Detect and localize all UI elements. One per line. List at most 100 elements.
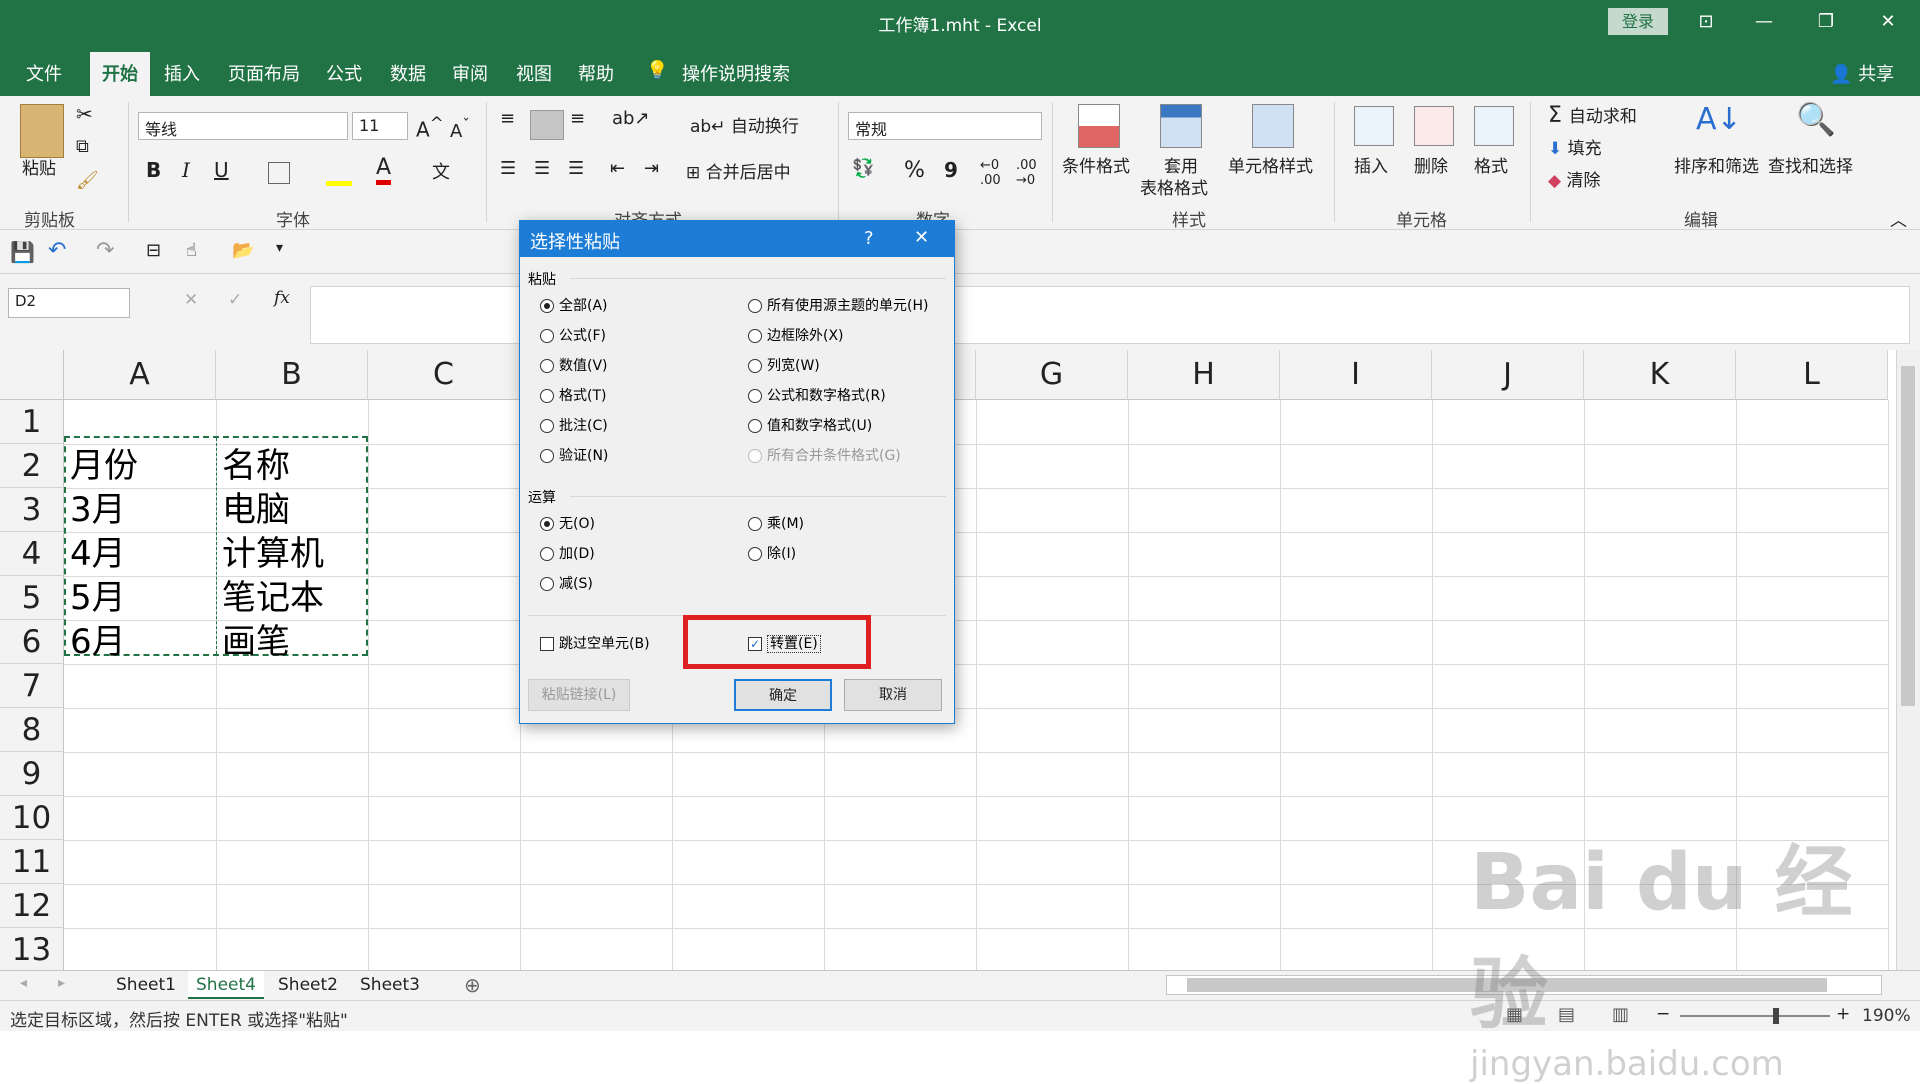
save-icon[interactable]: 💾 bbox=[10, 240, 35, 264]
font-name-select[interactable]: 等线 bbox=[138, 112, 348, 140]
align-bottom-icon[interactable]: ≡ bbox=[570, 108, 585, 129]
percent-button[interactable]: % bbox=[904, 158, 925, 183]
row-header[interactable]: 10 bbox=[0, 796, 64, 840]
insert-function-button[interactable]: fx bbox=[274, 288, 290, 308]
sort-filter-button[interactable]: 排序和筛选 bbox=[1674, 152, 1759, 177]
column-header[interactable]: H bbox=[1128, 350, 1280, 400]
format-cells-icon[interactable] bbox=[1474, 106, 1514, 146]
radio-option[interactable]: 列宽(W) bbox=[748, 355, 820, 375]
column-header[interactable]: J bbox=[1432, 350, 1584, 400]
row-header[interactable]: 6 bbox=[0, 620, 64, 664]
find-select-icon[interactable]: 🔍 bbox=[1796, 100, 1836, 138]
orientation-icon[interactable]: ab↗ bbox=[612, 108, 650, 129]
ribbon-display-icon[interactable]: ⊡ bbox=[1684, 8, 1728, 36]
row-header[interactable]: 3 bbox=[0, 488, 64, 532]
fill-button[interactable]: ⬇ 填充 bbox=[1548, 134, 1602, 159]
transpose-checkbox[interactable]: ✓ 转置(E) bbox=[748, 633, 821, 653]
close-icon[interactable]: ✕ bbox=[1866, 8, 1910, 36]
row-header[interactable]: 2 bbox=[0, 444, 64, 488]
tell-me-search[interactable]: 操作说明搜索 bbox=[682, 60, 790, 86]
row-header[interactable]: 8 bbox=[0, 708, 64, 752]
tab-insert[interactable]: 插入 bbox=[164, 60, 200, 86]
row-header[interactable]: 4 bbox=[0, 532, 64, 576]
radio-option[interactable]: 全部(A) bbox=[540, 295, 608, 315]
cut-icon[interactable]: ✂ bbox=[76, 102, 93, 126]
tab-file[interactable]: 文件 bbox=[26, 60, 62, 86]
add-sheet-icon[interactable]: ⊕ bbox=[464, 973, 481, 997]
cancel-button[interactable]: 取消 bbox=[844, 679, 942, 711]
number-format-select[interactable]: 常规 bbox=[848, 112, 1042, 140]
cell-b3[interactable]: 电脑 bbox=[216, 488, 368, 532]
customize-qat-icon[interactable]: ▾ bbox=[276, 240, 283, 256]
dialog-close-icon[interactable]: ✕ bbox=[914, 227, 929, 248]
confirm-entry-icon[interactable]: ✓ bbox=[228, 290, 242, 310]
select-all-corner[interactable] bbox=[0, 350, 64, 400]
grow-font-icon[interactable]: A^ bbox=[416, 114, 444, 142]
collapse-ribbon-icon[interactable]: ︿ bbox=[1890, 206, 1907, 231]
skip-blanks-checkbox[interactable]: 跳过空单元(B) bbox=[540, 633, 650, 653]
radio-option[interactable]: 乘(M) bbox=[748, 513, 804, 533]
font-size-select[interactable]: 11 bbox=[352, 112, 408, 140]
align-middle-icon[interactable] bbox=[530, 110, 564, 140]
delete-cells-icon[interactable] bbox=[1414, 106, 1454, 146]
tab-formulas[interactable]: 公式 bbox=[326, 60, 362, 86]
touch-mode-icon[interactable]: ☝ bbox=[186, 240, 197, 261]
radio-option[interactable]: 所有使用源主题的单元(H) bbox=[748, 295, 928, 315]
clear-button[interactable]: ◆ 清除 bbox=[1548, 166, 1600, 191]
redo-icon[interactable]: ↷ bbox=[96, 238, 114, 263]
login-button[interactable]: 登录 bbox=[1608, 8, 1668, 35]
borders-icon[interactable] bbox=[268, 162, 290, 184]
print-layout-icon[interactable]: ⊟ bbox=[146, 240, 161, 261]
radio-option[interactable]: 加(D) bbox=[540, 543, 595, 563]
radio-option[interactable]: 值和数字格式(U) bbox=[748, 415, 872, 435]
format-painter-icon[interactable]: 🖌 bbox=[76, 170, 99, 191]
insert-cells-button[interactable]: 插入 bbox=[1354, 152, 1388, 177]
radio-option[interactable]: 验证(N) bbox=[540, 445, 608, 465]
paste-button[interactable]: 粘贴 bbox=[22, 154, 56, 179]
next-sheet-icon[interactable]: ▸ bbox=[58, 975, 65, 991]
column-header[interactable]: B bbox=[216, 350, 368, 400]
sheet-tab-4[interactable]: Sheet4 bbox=[188, 971, 264, 999]
sheet-tab-2[interactable]: Sheet2 bbox=[270, 971, 346, 999]
tab-review[interactable]: 审阅 bbox=[452, 60, 488, 86]
sort-filter-icon[interactable]: A↓ bbox=[1696, 102, 1742, 137]
radio-option[interactable]: 公式(F) bbox=[540, 325, 606, 345]
cell-a5[interactable]: 5月 bbox=[64, 576, 216, 620]
radio-option[interactable]: 公式和数字格式(R) bbox=[748, 385, 886, 405]
find-select-button[interactable]: 查找和选择 bbox=[1768, 152, 1853, 177]
conditional-format-button[interactable]: 条件格式 bbox=[1062, 152, 1130, 177]
cell-a3[interactable]: 3月 bbox=[64, 488, 216, 532]
cell-styles-icon[interactable] bbox=[1252, 104, 1294, 148]
paste-link-button[interactable]: 粘贴链接(L) bbox=[528, 679, 630, 711]
vertical-scrollbar[interactable] bbox=[1896, 350, 1920, 970]
format-as-table-line2[interactable]: 表格格式 bbox=[1140, 174, 1208, 199]
tab-help[interactable]: 帮助 bbox=[578, 60, 614, 86]
radio-option[interactable]: 边框除外(X) bbox=[748, 325, 844, 345]
tab-view[interactable]: 视图 bbox=[516, 60, 552, 86]
column-header[interactable]: K bbox=[1584, 350, 1736, 400]
align-left-icon[interactable]: ☰ bbox=[500, 158, 516, 179]
delete-cells-button[interactable]: 删除 bbox=[1414, 152, 1448, 177]
restore-icon[interactable]: ❐ bbox=[1804, 8, 1848, 36]
cell-b4[interactable]: 计算机 bbox=[216, 532, 368, 576]
italic-button[interactable]: I bbox=[182, 158, 190, 182]
shrink-font-icon[interactable]: Aˇ bbox=[450, 116, 470, 142]
radio-option[interactable]: 减(S) bbox=[540, 573, 593, 593]
row-header[interactable]: 5 bbox=[0, 576, 64, 620]
column-header[interactable]: A bbox=[64, 350, 216, 400]
cell-a2[interactable]: 月份 bbox=[64, 444, 216, 488]
vertical-scroll-thumb[interactable] bbox=[1901, 366, 1915, 706]
decrease-indent-icon[interactable]: ⇤ bbox=[610, 158, 625, 179]
row-header[interactable]: 7 bbox=[0, 664, 64, 708]
comma-style-button[interactable]: 9 bbox=[944, 158, 958, 182]
merge-center-button[interactable]: ⊞ 合并后居中 bbox=[686, 158, 791, 183]
column-header[interactable]: G bbox=[976, 350, 1128, 400]
increase-decimal-icon[interactable]: ←0.00 bbox=[980, 158, 1001, 188]
row-header[interactable]: 1 bbox=[0, 400, 64, 444]
undo-icon[interactable]: ↶ bbox=[48, 238, 66, 263]
row-header[interactable]: 9 bbox=[0, 752, 64, 796]
tab-data[interactable]: 数据 bbox=[390, 60, 426, 86]
align-right-icon[interactable]: ☰ bbox=[568, 158, 584, 179]
underline-button[interactable]: U bbox=[214, 158, 229, 182]
autosum-button[interactable]: Σ 自动求和 bbox=[1548, 102, 1637, 128]
